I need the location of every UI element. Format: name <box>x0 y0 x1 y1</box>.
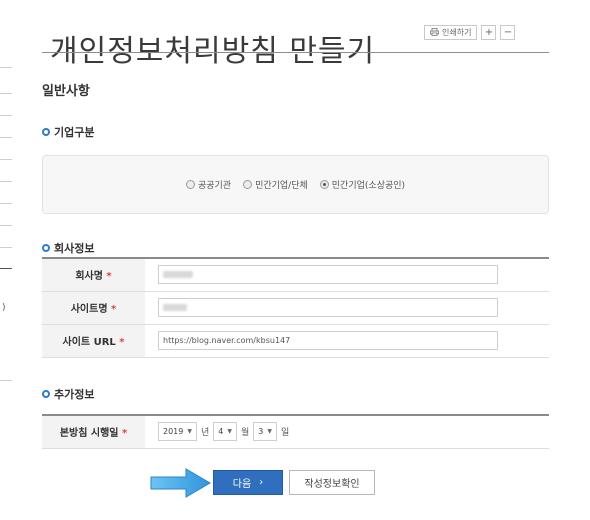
zoom-in-button[interactable]: + <box>481 25 497 40</box>
radio-button[interactable] <box>185 180 195 189</box>
subsection-label: 회사정보 <box>54 242 95 255</box>
sidebar-divider <box>0 203 12 204</box>
field-cell: 2019 ▼ 년 4 ▼ 월 3 ▼ 일 <box>145 414 549 449</box>
month-unit: 월 <box>240 428 250 439</box>
confirm-info-button[interactable]: 작성정보확인 <box>289 470 375 495</box>
day-unit: 일 <box>280 428 290 439</box>
required-mark: * <box>106 271 112 283</box>
masked-text <box>163 304 187 311</box>
caret-down-icon: ▼ <box>267 428 272 436</box>
year-select[interactable]: 2019 ▼ <box>158 422 197 442</box>
company-type-radio-group: 공공기관 민간기업/단체 민간기업(소상공인) <box>42 155 549 214</box>
required-mark: * <box>111 304 117 315</box>
table-row: 사이트 URL * https://blog.naver.com/kbsu147 <box>42 324 549 358</box>
field-cell: https://blog.naver.com/kbsu147 <box>145 324 549 358</box>
sidebar-divider <box>0 268 12 269</box>
subsection-label: 기업구분 <box>54 126 95 139</box>
sidebar-divider <box>0 225 12 226</box>
sidebar-divider <box>0 247 12 248</box>
title-divider <box>42 52 549 53</box>
next-label: 다음 <box>232 479 252 490</box>
field-label-effective-date: 본방침 시행일 * <box>42 414 145 449</box>
chevron-right-icon: › <box>259 477 264 488</box>
print-button[interactable]: 인쇄하기 <box>424 25 478 40</box>
sidebar-divider <box>0 137 12 138</box>
subsection-company-info: 회사정보 <box>42 240 94 256</box>
sidebar-divider <box>0 181 12 182</box>
month-select[interactable]: 4 ▼ <box>213 422 237 442</box>
site-url-input[interactable]: https://blog.naver.com/kbsu147 <box>158 331 498 350</box>
table-row: 본방침 시행일 * 2019 ▼ 년 4 ▼ 월 3 ▼ 일 <box>42 414 549 449</box>
sidebar-text-fragment: ) <box>2 303 6 313</box>
sidebar-fragment: ) <box>0 55 12 395</box>
bullet-icon <box>42 390 50 398</box>
page-tools: 인쇄하기 + − <box>424 25 516 40</box>
printer-icon <box>430 27 439 38</box>
subsection-company-type: 기업구분 <box>42 124 94 140</box>
radio-private-company[interactable]: 민간기업/단체 <box>243 178 308 191</box>
field-label-company-name: 회사명 * <box>42 257 145 292</box>
site-name-input[interactable] <box>158 298 498 317</box>
radio-button[interactable] <box>243 180 253 189</box>
radio-small-business[interactable]: 민간기업(소상공인) <box>319 178 406 191</box>
caret-down-icon: ▼ <box>187 428 192 436</box>
next-button[interactable]: 다음 › <box>213 470 283 495</box>
page-title: 개인정보처리방침 만들기 <box>50 34 376 70</box>
radio-public-institution[interactable]: 공공기관 <box>185 178 232 191</box>
sidebar-divider <box>0 380 12 381</box>
sidebar-divider <box>0 115 12 116</box>
company-info-table: 회사명 * 사이트명 * 사이트 URL * https://blog.nave… <box>42 257 549 358</box>
field-cell <box>145 291 549 325</box>
subsection-extra-info: 추가정보 <box>42 386 94 402</box>
field-label-site-name: 사이트명 * <box>42 291 145 325</box>
subsection-label: 추가정보 <box>54 388 95 401</box>
year-unit: 년 <box>200 428 210 439</box>
sidebar-divider <box>0 93 12 94</box>
zoom-out-button[interactable]: − <box>500 25 516 40</box>
pointer-arrow-icon <box>150 468 212 502</box>
caret-down-icon: ▼ <box>227 428 232 436</box>
effective-date-picker: 2019 ▼ 년 4 ▼ 월 3 ▼ 일 <box>158 422 548 442</box>
sidebar-divider <box>0 67 12 68</box>
field-cell <box>145 257 549 292</box>
radio-label: 민간기업/단체 <box>255 181 308 191</box>
table-row: 회사명 * <box>42 257 549 292</box>
day-select[interactable]: 3 ▼ <box>253 422 277 442</box>
masked-text <box>163 271 193 279</box>
required-mark: * <box>119 337 125 348</box>
radio-label: 공공기관 <box>197 181 232 191</box>
field-label-site-url: 사이트 URL * <box>42 324 145 358</box>
section-heading-general: 일반사항 <box>42 84 90 99</box>
required-mark: * <box>121 428 128 440</box>
sidebar-divider <box>0 159 12 160</box>
bullet-icon <box>42 244 50 252</box>
radio-label: 민간기업(소상공인) <box>331 181 406 191</box>
bullet-icon <box>42 128 50 136</box>
site-url-value: https://blog.naver.com/kbsu147 <box>163 336 291 345</box>
extra-info-table: 본방침 시행일 * 2019 ▼ 년 4 ▼ 월 3 ▼ 일 <box>42 414 549 449</box>
table-row: 사이트명 * <box>42 291 549 325</box>
company-name-input[interactable] <box>158 265 498 285</box>
radio-button-selected[interactable] <box>319 180 329 189</box>
print-label: 인쇄하기 <box>442 28 472 37</box>
